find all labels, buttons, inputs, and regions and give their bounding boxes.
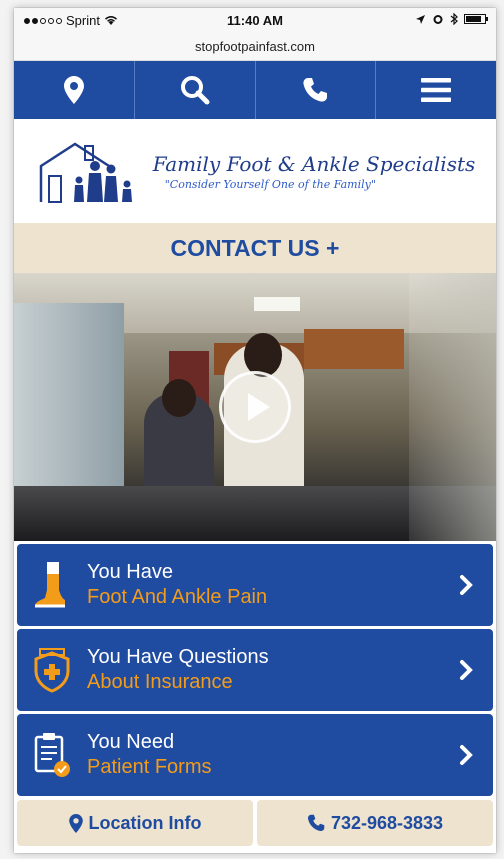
play-button-icon[interactable] xyxy=(219,371,291,443)
video-scene-glass xyxy=(409,273,496,541)
video-player[interactable] xyxy=(14,273,496,541)
insurance-line2: About Insurance xyxy=(87,671,233,693)
insurance-line1: You Have Questions xyxy=(87,646,269,668)
chevron-right-icon xyxy=(460,745,473,765)
status-bar: Sprint 11:40 AM xyxy=(14,8,496,38)
search-icon xyxy=(180,76,210,105)
foot-pain-line2: Foot And Ankle Pain xyxy=(87,586,268,608)
top-nav xyxy=(14,61,496,119)
patient-forms-line2: Patient Forms xyxy=(87,756,212,778)
location-info-label: Location Info xyxy=(88,812,202,833)
phone-call-button[interactable]: 732-968-3833 xyxy=(257,800,493,846)
url-bar[interactable]: stopfootpainfast.com xyxy=(14,38,496,61)
phone-nav-button[interactable] xyxy=(256,61,377,119)
status-icons xyxy=(415,13,488,25)
logo-text: Family Foot & Ankle Specialists "Conside… xyxy=(153,152,476,191)
bluetooth-icon xyxy=(450,13,458,25)
location-pin-icon xyxy=(63,76,84,104)
insurance-questions-link[interactable]: You Have Questions About Insurance xyxy=(17,629,493,711)
location-nav-button[interactable] xyxy=(14,61,135,119)
phone-icon xyxy=(303,78,328,102)
clipboard-check-icon xyxy=(17,731,87,779)
search-nav-button[interactable] xyxy=(135,61,256,119)
menu-nav-button[interactable] xyxy=(376,61,496,119)
phone-icon xyxy=(307,814,325,832)
alarm-icon xyxy=(433,15,443,24)
bottom-actions: Location Info 732-968-3833 xyxy=(17,800,493,846)
hamburger-menu-icon xyxy=(421,78,452,102)
foot-pain-link[interactable]: You Have Foot And Ankle Pain xyxy=(17,544,493,626)
location-arrow-icon xyxy=(416,14,425,24)
video-scene-cabinet xyxy=(304,329,404,369)
location-info-button[interactable]: Location Info xyxy=(17,800,253,846)
location-pin-icon xyxy=(68,813,83,833)
service-links: You Have Foot And Ankle Pain You Have Qu… xyxy=(14,544,496,796)
video-scene-light xyxy=(254,297,300,311)
contact-us-button[interactable]: CONTACT US + xyxy=(14,223,496,273)
patient-forms-line1: You Need xyxy=(87,731,175,753)
logo-title: Family Foot & Ankle Specialists xyxy=(152,151,476,176)
patient-forms-text: You Need Patient Forms xyxy=(87,731,211,779)
phone-number-label: 732-968-3833 xyxy=(330,812,444,833)
phone-screen: Sprint 11:40 AM stopfootpainfast.com Fam… xyxy=(14,8,496,853)
chevron-right-icon xyxy=(460,660,473,680)
logo-banner[interactable]: Family Foot & Ankle Specialists "Conside… xyxy=(14,119,496,223)
battery-icon xyxy=(464,14,488,24)
video-scene-window xyxy=(14,303,124,493)
logo-subtitle: "Consider Yourself One of the Family" xyxy=(164,177,376,191)
insurance-shield-icon xyxy=(17,647,87,693)
insurance-text: You Have Questions About Insurance xyxy=(87,646,269,694)
video-scene-person-head xyxy=(162,379,196,417)
patient-forms-link[interactable]: You Need Patient Forms xyxy=(17,714,493,796)
foot-icon xyxy=(17,560,87,610)
foot-pain-line1: You Have xyxy=(87,561,173,583)
family-house-logo-icon xyxy=(39,142,132,203)
foot-pain-text: You Have Foot And Ankle Pain xyxy=(87,561,267,609)
chevron-right-icon xyxy=(460,575,473,595)
